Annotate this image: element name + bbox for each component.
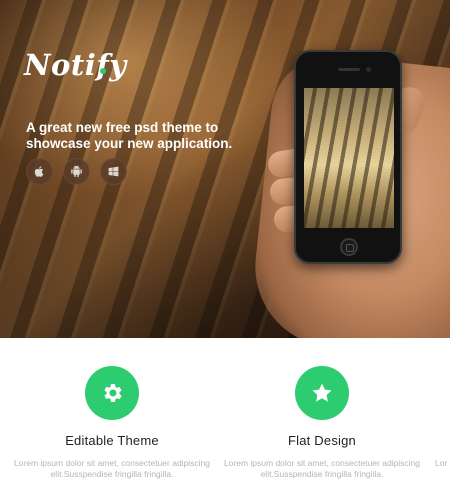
phone-mockup [294,50,402,264]
feature-icon-circle [85,366,139,420]
gear-icon [104,384,122,402]
star-icon [312,383,332,402]
phone-camera [366,67,371,72]
apple-icon [34,166,44,177]
logo-dot [100,68,106,74]
android-store-button[interactable] [63,158,90,185]
windows-icon [108,166,119,177]
feature-description: Lorem ipsum dolor sit amet, consectetuer… [13,458,211,479]
apple-store-button[interactable] [26,158,53,185]
feature-title: Editable Theme [65,433,159,448]
hero-tagline: A great new free psd theme to showcase y… [26,120,233,151]
feature-title: Flat Design [288,433,356,448]
logo[interactable]: Notify [24,48,127,82]
android-icon [71,165,82,178]
hero-section: Notify A great new free psd theme to sho… [0,0,450,338]
features-section: Editable Theme Lorem ipsum dolor sit ame… [0,338,450,504]
feature-description: Lorem ipsum dolor sit amet, consectetuer… [223,458,421,479]
phone-home-button [340,238,358,256]
platform-links [26,158,127,185]
windows-store-button[interactable] [100,158,127,185]
phone-speaker [338,68,360,71]
feature-icon-circle [295,366,349,420]
feature-description: Lor [435,458,448,468]
phone-screen-image [304,88,394,228]
